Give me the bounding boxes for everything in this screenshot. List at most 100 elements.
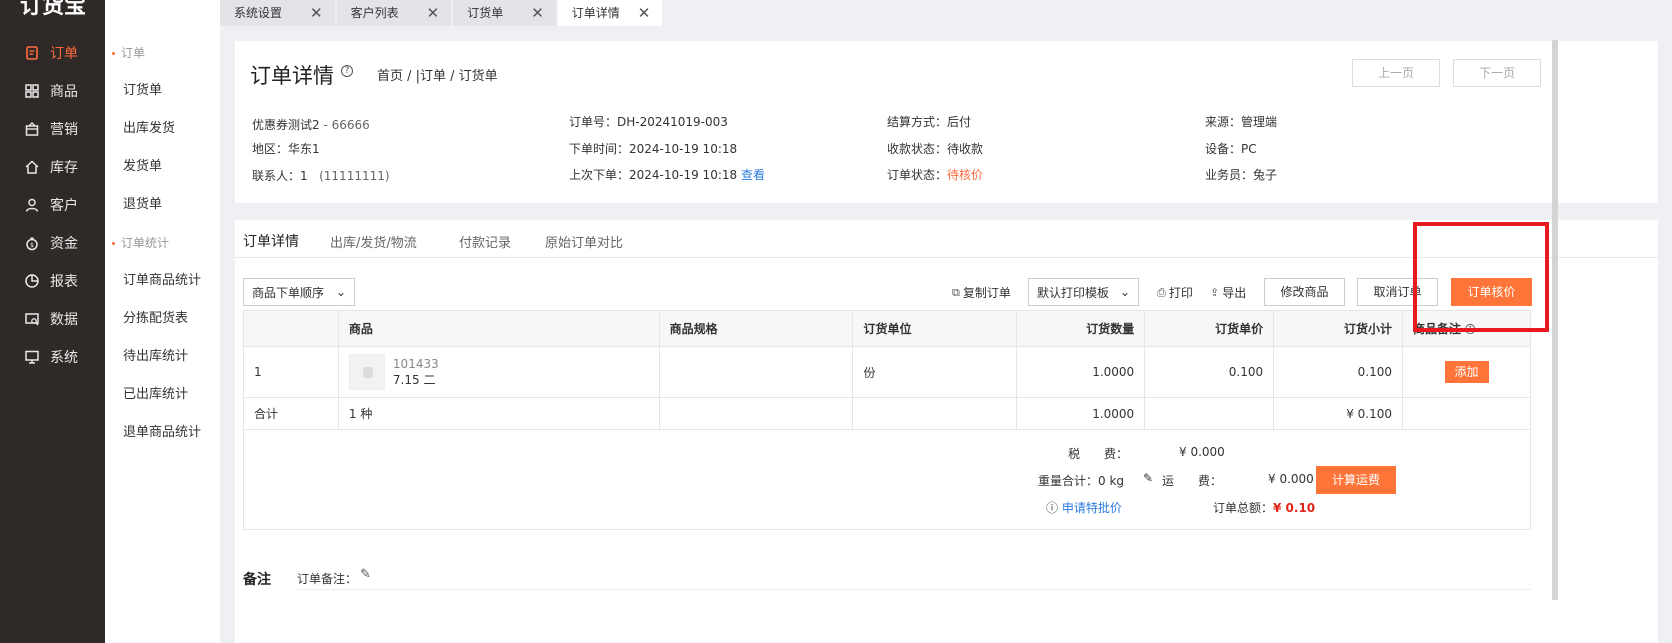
region: 地区：华东1 [252, 142, 320, 156]
last-order: 上次下单：2024-10-19 10:18 查看 [569, 168, 765, 182]
freight-value: ¥ 0.000 [1268, 472, 1314, 486]
nav-item-5[interactable]: $ 资金 [0, 224, 105, 262]
print-button[interactable]: ⎙ 打印 [1157, 284, 1193, 301]
tab-payment-records[interactable]: 付款记录 [459, 232, 511, 251]
close-icon[interactable]: ✕ [427, 0, 440, 26]
help-icon[interactable]: ? [341, 65, 353, 77]
modify-goods-button[interactable]: 修改商品 [1264, 278, 1345, 306]
submenu-item-order-list[interactable]: 订货单 [105, 72, 220, 110]
totals-panel: 税 费： ¥ 0.000 重量合计：0 kg ✎ 运 费： ¥ 0.000 计算… [243, 430, 1531, 530]
nav-item-label: 订单 [50, 46, 78, 62]
sub-menu: 订单 订货单 出库发货 发货单 退货单 订单统计 订单商品统计 分拣配货表 待出… [105, 0, 220, 643]
edit-icon[interactable]: ✎ [1143, 471, 1153, 485]
tab-logistics[interactable]: 出库/发货/物流 [330, 232, 417, 251]
nav-item-4[interactable]: 客户 [0, 186, 105, 224]
nav-item-label: 数据 [50, 312, 78, 328]
breadcrumb[interactable]: 首页 / |订单 / 订货单 [377, 65, 498, 84]
nav-item-label: 商品 [50, 84, 78, 100]
table-header-row: 商品 商品规格 订货单位 订货数量 订货单价 订货小计 商品备注 ⓘ [243, 310, 1531, 347]
submenu-group-stats: 订单统计 [105, 224, 220, 262]
sum-qty: 1.0000 [1016, 397, 1146, 430]
row-product[interactable]: 101433 7.15 二 [337, 346, 660, 398]
tab-order-detail-content[interactable]: 订单详情 [243, 231, 299, 251]
close-icon[interactable]: ✕ [310, 0, 323, 26]
order-source: 来源：管理端 [1205, 115, 1278, 129]
col-product: 商品 [337, 310, 660, 347]
col-qty: 订货数量 [1016, 310, 1146, 347]
monitor-icon [24, 349, 40, 365]
row-unit: 份 [852, 346, 1018, 398]
export-button[interactable]: ⇪ 导出 [1210, 284, 1246, 301]
order-icon [24, 45, 40, 61]
row-price: 0.100 [1144, 346, 1275, 398]
weight-total: 重量合计：0 kg [1038, 474, 1125, 488]
upload-icon: ⇪ [1210, 286, 1220, 299]
tax-value: ¥ 0.000 [1179, 445, 1225, 459]
submenu-item-return[interactable]: 退货单 [105, 186, 220, 224]
add-remark-button[interactable]: 添加 [1444, 361, 1489, 383]
money-bag-icon: $ [24, 235, 40, 251]
next-page-button[interactable]: 下一页 [1453, 59, 1541, 87]
nav-item-label: 营销 [50, 122, 78, 138]
nav-item-8[interactable]: 系统 [0, 338, 105, 376]
row-spec [658, 346, 854, 398]
product-name: 7.15 二 [392, 373, 436, 387]
sum-label: 合计 [243, 397, 339, 430]
tab-system-settings[interactable]: 系统设置 ✕ [220, 0, 335, 26]
nav-item-0[interactable]: 订单 [0, 34, 105, 72]
close-icon[interactable]: ✕ [531, 0, 544, 26]
nav-item-label: 报表 [50, 274, 78, 290]
row-index: 1 [243, 346, 339, 398]
freight-label: 运 费： [1162, 474, 1223, 488]
chevron-down-icon: ⌄ [335, 285, 346, 299]
tab-order-list[interactable]: 订货单 ✕ [453, 0, 556, 26]
submenu-item-pending-out[interactable]: 待出库统计 [105, 338, 220, 376]
order-number: 订单号：DH-20241019-003 [569, 115, 728, 129]
divider [297, 589, 1531, 590]
col-price: 订货单价 [1144, 310, 1275, 347]
home-icon [24, 159, 40, 175]
close-icon[interactable]: ✕ [638, 0, 651, 26]
nav-item-label: 系统 [50, 350, 78, 366]
order-header-card: 订单详情 ? 首页 / |订单 / 订货单 上一页 下一页 优惠券测试2 - 6… [235, 41, 1658, 203]
submenu-item-shipped[interactable]: 已出库统计 [105, 376, 220, 414]
grid-icon [24, 83, 40, 99]
scrollbar[interactable] [1552, 40, 1558, 600]
submenu-item-product-stats[interactable]: 订单商品统计 [105, 262, 220, 300]
nav-item-3[interactable]: 库存 [0, 148, 105, 186]
nav-item-label: 资金 [50, 236, 78, 252]
table-row: 1 101433 7.15 二 份 1.0000 0.100 0.100 添加 [243, 346, 1531, 398]
submenu-item-picking[interactable]: 分拣配货表 [105, 300, 220, 338]
nav-item-2[interactable]: 营销 [0, 110, 105, 148]
calc-freight-button[interactable]: 计算运费 [1316, 466, 1396, 494]
edit-icon[interactable]: ✎ [360, 567, 371, 582]
row-qty: 1.0000 [1016, 346, 1146, 398]
tab-original-compare[interactable]: 原始订单对比 [545, 232, 623, 251]
order-time: 下单时间：2024-10-19 10:18 [569, 142, 738, 156]
submenu-item-return-stats[interactable]: 退单商品统计 [105, 414, 220, 452]
submenu-item-outbound[interactable]: 出库发货 [105, 110, 220, 148]
submenu-item-delivery[interactable]: 发货单 [105, 148, 220, 186]
nav-item-6[interactable]: 报表 [0, 262, 105, 300]
tab-customer-list[interactable]: 客户列表 ✕ [336, 0, 452, 26]
nav-item-7[interactable]: 数据 [0, 300, 105, 338]
print-template-select[interactable]: 默认打印模板 ⌄ [1028, 278, 1139, 306]
order-total: 订单总额：¥ 0.10 [1213, 501, 1316, 515]
pie-chart-icon [24, 273, 40, 289]
copy-order-button[interactable]: ⧉ 复制订单 [952, 284, 1011, 301]
sort-select[interactable]: 商品下单顺序 ⌄ [243, 278, 355, 306]
svg-text:$: $ [30, 242, 34, 249]
row-subtotal: 0.100 [1273, 346, 1404, 398]
view-link[interactable]: 查看 [741, 168, 765, 182]
prev-page-button[interactable]: 上一页 [1352, 59, 1440, 87]
data-icon [24, 311, 40, 327]
nav-item-1[interactable]: 商品 [0, 72, 105, 110]
tab-order-detail[interactable]: 订单详情 ✕ [557, 0, 663, 26]
col-spec: 商品规格 [658, 310, 854, 347]
gift-icon [24, 121, 40, 137]
contact: 联系人：1 (11111111) [252, 169, 390, 183]
submenu-group-order: 订单 [105, 34, 220, 72]
apply-special-price[interactable]: ⓘ 申请特批价 [1046, 499, 1122, 516]
remark-title: 备注 [243, 572, 271, 588]
table-sum-row: 合计 1 种 1.0000 ¥ 0.100 [243, 397, 1531, 430]
